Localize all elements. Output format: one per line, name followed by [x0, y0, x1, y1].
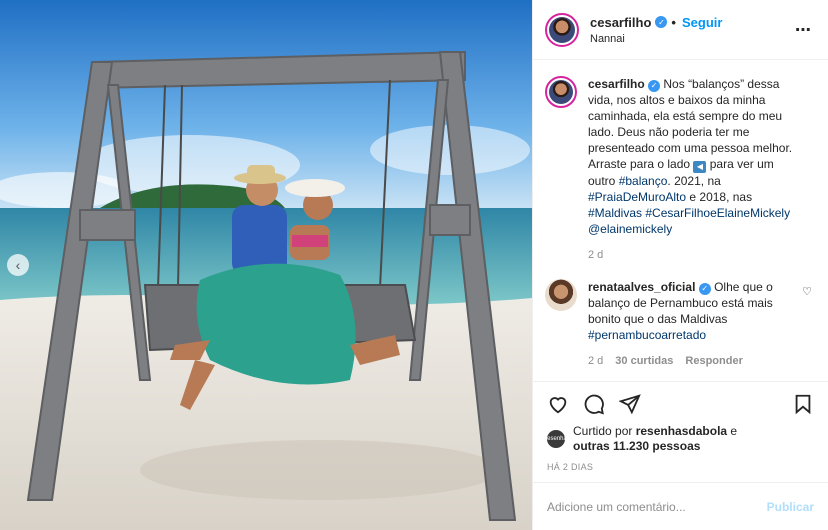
- follow-button[interactable]: Seguir: [682, 15, 722, 30]
- caption-body: cesarfilho ✓ Nos “balanços” dessa vida, …: [588, 76, 812, 263]
- caption-time[interactable]: 2 d: [588, 247, 603, 263]
- caption-author-avatar[interactable]: [545, 76, 577, 108]
- location-link[interactable]: Nannai: [590, 33, 795, 45]
- author-username[interactable]: cesarfilho: [590, 15, 651, 30]
- post-actions: resenha Curtido por resenhasdabola e out…: [533, 381, 828, 472]
- liked-by-mid: e: [727, 424, 738, 438]
- comment-likes[interactable]: 30 curtidas: [615, 353, 673, 369]
- author-info: cesarfilho ✓ • Seguir Nannai: [590, 15, 795, 45]
- comment-bubble-icon[interactable]: [583, 393, 605, 415]
- author-avatar[interactable]: [545, 12, 579, 47]
- comment-item: renataalves_oficial ✓ Olhe que o balanço…: [545, 279, 812, 369]
- reply-button[interactable]: Responder: [685, 353, 742, 369]
- caption-text-part: . 2021, na: [667, 174, 721, 188]
- liked-by-prefix: Curtido por: [573, 424, 636, 438]
- verified-badge-icon: ✓: [648, 80, 661, 92]
- separator-dot: •: [671, 14, 676, 30]
- hashtag-link[interactable]: #Maldivas: [588, 206, 642, 220]
- add-comment-bar: Publicar: [533, 482, 828, 530]
- save-bookmark-icon[interactable]: [792, 393, 814, 415]
- hashtag-link[interactable]: #CesarFilhoeElaineMickely: [645, 206, 790, 220]
- liker-avatar[interactable]: resenha: [545, 430, 567, 448]
- mention-link[interactable]: @elainemickely: [588, 222, 672, 236]
- post-media[interactable]: ‹: [0, 0, 532, 530]
- caption-text-part: e 2018, nas: [686, 190, 753, 204]
- hashtag-link[interactable]: #PraiaDeMuroAlto: [588, 190, 686, 204]
- post-timestamp[interactable]: HÁ 2 DIAS: [547, 462, 814, 472]
- post-sidebar: cesarfilho ✓ • Seguir Nannai ⋯ cesarfilh…: [532, 0, 828, 530]
- liked-by-text: Curtido por resenhasdabola e outras 11.2…: [573, 424, 737, 454]
- likes-count-link[interactable]: outras 11.230 pessoas: [573, 439, 700, 453]
- verified-badge-icon: ✓: [655, 16, 668, 28]
- liker-username[interactable]: resenhasdabola: [636, 424, 727, 438]
- left-arrow-emoji-icon: ◀: [693, 161, 707, 173]
- beach-swing-photo: [0, 0, 532, 530]
- comment-time[interactable]: 2 d: [588, 353, 603, 369]
- instagram-post: ‹ cesarfilho ✓ • Seguir Nannai ⋯ cesarfi…: [0, 0, 828, 530]
- liked-by: resenha Curtido por resenhasdabola e out…: [545, 424, 814, 454]
- comment-body: renataalves_oficial ✓ Olhe que o balanço…: [588, 279, 812, 369]
- caption-username[interactable]: cesarfilho: [588, 77, 645, 91]
- like-heart-icon[interactable]: [547, 393, 569, 415]
- previous-arrow-button[interactable]: ‹: [7, 254, 29, 276]
- caption: cesarfilho ✓ Nos “balanços” dessa vida, …: [545, 76, 812, 263]
- share-paper-plane-icon[interactable]: [619, 393, 641, 415]
- hashtag-link[interactable]: #balanço: [619, 174, 668, 188]
- post-header: cesarfilho ✓ • Seguir Nannai ⋯: [533, 0, 828, 60]
- verified-badge-icon: ✓: [698, 283, 711, 295]
- like-comment-heart-icon[interactable]: ♡: [802, 285, 812, 298]
- add-comment-input[interactable]: [547, 499, 767, 514]
- commenter-username[interactable]: renataalves_oficial: [588, 280, 695, 294]
- publish-button[interactable]: Publicar: [767, 500, 814, 514]
- chevron-left-icon: ‹: [15, 257, 21, 273]
- commenter-avatar[interactable]: [545, 279, 577, 311]
- hashtag-link[interactable]: #pernambucoarretado: [588, 328, 706, 342]
- more-options-icon[interactable]: ⋯: [795, 20, 812, 40]
- comments-section: cesarfilho ✓ Nos “balanços” dessa vida, …: [533, 60, 828, 381]
